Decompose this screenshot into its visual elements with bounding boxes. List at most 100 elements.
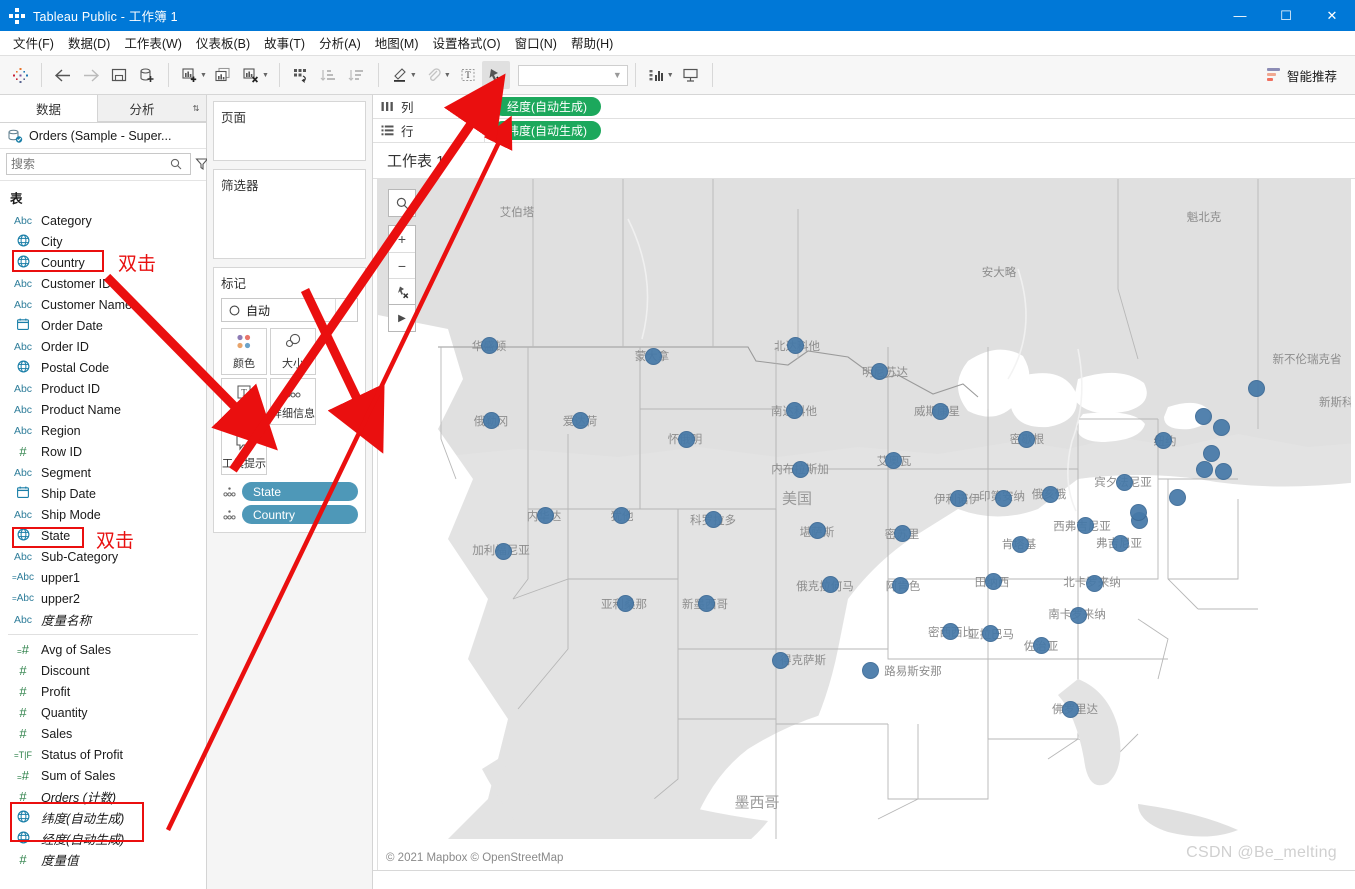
field-item[interactable]: # Row ID [0,441,206,462]
map-mark-circle[interactable] [1111,534,1129,552]
map-zoom-out-button[interactable]: − [389,252,415,278]
field-item[interactable]: =Abc upper2 [0,588,206,609]
map-mark-circle[interactable] [482,411,500,429]
map-mark-circle[interactable] [1194,407,1212,425]
marks-color-button[interactable]: 颜色 [221,328,267,375]
map-mark-circle[interactable] [677,430,695,448]
map-mark-circle[interactable] [808,521,826,539]
rows-shelf[interactable]: 行 纬度(自动生成) [373,119,1355,143]
presentation-zoom-combo[interactable]: ▼ [517,64,628,86]
search-box[interactable] [6,153,191,175]
map-mark-circle[interactable] [949,489,967,507]
field-item[interactable]: Abc 度量名称 [0,609,206,630]
map-mark-circle[interactable] [612,506,630,524]
field-item[interactable]: Abc Customer Name [0,294,206,315]
field-item[interactable]: Abc Product ID [0,378,206,399]
field-item[interactable]: # Profit [0,681,206,702]
swap-rows-columns-icon[interactable] [287,61,315,89]
marks-type-selector[interactable]: 自动 ▼ [221,298,358,322]
map-mark-circle[interactable] [891,576,909,594]
sort-descending-icon[interactable] [343,61,371,89]
marks-detail-button[interactable]: 详细信息 [270,378,316,425]
menu-file[interactable]: 文件(F) [6,30,61,55]
map-mark-circle[interactable] [821,575,839,593]
highlight-dropdown-icon[interactable]: ▼ [410,72,417,79]
presentation-mode-icon[interactable] [677,61,705,89]
marks-pill[interactable]: State [242,482,358,501]
map-mark-circle[interactable] [480,336,498,354]
map-mark-circle[interactable] [984,572,1002,590]
map-mark-circle[interactable] [1129,503,1147,521]
field-item[interactable]: # 度量值 [0,849,206,870]
map-mark-circle[interactable] [893,524,911,542]
field-item[interactable]: # Quantity [0,702,206,723]
duplicate-sheet-icon[interactable] [210,61,238,89]
search-input[interactable] [11,157,166,171]
pages-card[interactable]: 页面 [213,101,366,161]
map-mark-circle[interactable] [861,661,879,679]
map-mark-circle[interactable] [1061,700,1079,718]
menu-map[interactable]: 地图(M) [368,30,426,55]
field-item[interactable]: Postal Code [0,357,206,378]
data-pane-sort-icon[interactable]: ⇅ [186,95,206,122]
map-mark-circle[interactable] [791,460,809,478]
map-mark-circle[interactable] [1041,485,1059,503]
map-mark-circle[interactable] [1195,460,1213,478]
field-item[interactable]: State [0,525,206,546]
columns-shelf[interactable]: 列 经度(自动生成) [373,95,1355,119]
menu-dashboard[interactable]: 仪表板(B) [189,30,257,55]
map-mark-circle[interactable] [697,594,715,612]
map-mark-circle[interactable] [786,336,804,354]
new-data-source-icon[interactable] [133,61,161,89]
field-item[interactable]: # Discount [0,660,206,681]
map-mark-circle[interactable] [494,542,512,560]
fix-axes-icon[interactable] [481,61,510,89]
pill-longitude[interactable]: 经度(自动生成) [493,97,601,116]
field-item[interactable]: 经度(自动生成) [0,828,206,849]
map-mark-circle[interactable] [1032,636,1050,654]
marks-type-dropdown-icon[interactable]: ▼ [335,299,353,321]
close-button[interactable]: ✕ [1309,0,1355,31]
tab-data[interactable]: 数据 [0,95,98,122]
field-item[interactable]: Country [0,252,206,273]
map-mark-circle[interactable] [941,622,959,640]
map-mark-circle[interactable] [644,347,662,365]
field-item[interactable]: =Abc upper1 [0,567,206,588]
pill-latitude[interactable]: 纬度(自动生成) [493,121,601,140]
minimize-button[interactable]: — [1217,0,1263,31]
marks-pill-row[interactable]: State [221,482,358,501]
map-mark-circle[interactable] [616,594,634,612]
field-item[interactable]: Abc Ship Mode [0,504,206,525]
menu-story[interactable]: 故事(T) [257,30,312,55]
field-item[interactable]: =# Avg of Sales [0,639,206,660]
map-mark-circle[interactable] [1085,574,1103,592]
map-mark-circle[interactable] [771,651,789,669]
field-item[interactable]: Abc Product Name [0,399,206,420]
columns-drop-zone[interactable]: 经度(自动生成) [485,95,1355,118]
tableau-home-icon[interactable] [6,61,34,89]
field-item[interactable]: Abc Sub-Category [0,546,206,567]
map-mark-circle[interactable] [981,624,999,642]
text-annotation-icon[interactable]: T [454,61,482,89]
map-mark-circle[interactable] [1069,606,1087,624]
marks-size-button[interactable]: 大小 [270,328,316,375]
sort-ascending-icon[interactable] [315,61,343,89]
save-icon[interactable] [105,61,133,89]
field-item[interactable]: =# Sum of Sales [0,765,206,786]
menu-format[interactable]: 设置格式(O) [426,30,508,55]
map-mark-circle[interactable] [1202,444,1220,462]
field-item[interactable]: Order Date [0,315,206,336]
filters-card[interactable]: 筛选器 [213,169,366,259]
marks-tooltip-button[interactable]: 工具提示 [221,428,267,475]
field-item[interactable]: Ship Date [0,483,206,504]
menu-help[interactable]: 帮助(H) [564,30,620,55]
menu-data[interactable]: 数据(D) [61,30,117,55]
map-search-button[interactable] [389,190,415,216]
field-item[interactable]: # Orders (计数) [0,786,206,807]
datasource-item[interactable]: Orders (Sample - Super... [0,123,206,149]
map-mark-circle[interactable] [1076,516,1094,534]
menu-worksheet[interactable]: 工作表(W) [117,30,189,55]
map-mark-circle[interactable] [1212,418,1230,436]
map-pan-reset-button[interactable] [389,278,415,304]
map-mark-circle[interactable] [931,402,949,420]
